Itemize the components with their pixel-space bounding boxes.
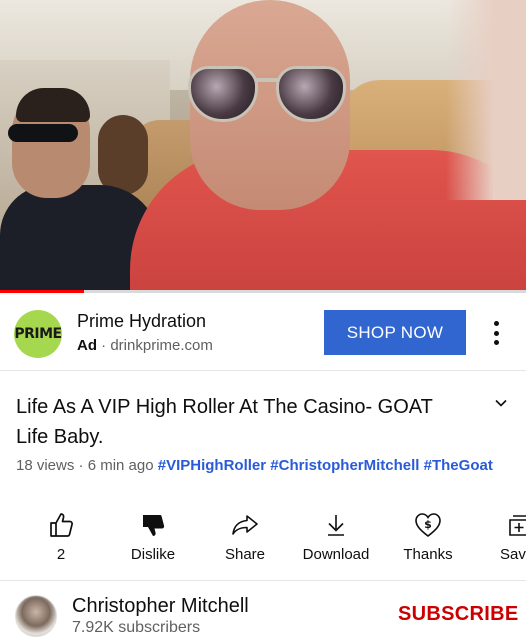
chevron-down-icon[interactable] bbox=[494, 396, 508, 410]
ad-label: Ad bbox=[77, 337, 97, 354]
channel-name[interactable]: Christopher Mitchell bbox=[72, 595, 249, 618]
download-label: Download bbox=[302, 546, 370, 563]
ad-row[interactable]: PRIME Prime Hydration Ad · drinkprime.co… bbox=[0, 294, 526, 371]
share-button[interactable]: Share bbox=[212, 510, 278, 563]
like-count: 2 bbox=[56, 546, 66, 563]
video-frame-left-man-hair bbox=[16, 88, 90, 122]
subscriber-count: 7.92K subscribers bbox=[72, 619, 201, 636]
save-label: Sav bbox=[500, 546, 526, 563]
upload-age: 6 min ago bbox=[87, 457, 154, 474]
ad-title: Prime Hydration bbox=[77, 311, 207, 331]
dislike-label: Dislike bbox=[130, 546, 176, 563]
download-icon bbox=[328, 515, 344, 536]
thumbs-down-icon bbox=[143, 515, 165, 536]
like-button[interactable]: 2 bbox=[30, 510, 92, 563]
share-label: Share bbox=[224, 546, 266, 563]
video-meta: 18 views · 6 min ago #VIPHighRoller #Chr… bbox=[16, 457, 493, 474]
hashtag[interactable]: #TheGoat bbox=[424, 457, 493, 474]
progress-bar-fill bbox=[0, 290, 85, 293]
ad-meta: Ad · drinkprime.com bbox=[77, 337, 213, 354]
hashtag[interactable]: #VIPHighRoller bbox=[158, 457, 266, 474]
svg-text:$: $ bbox=[424, 518, 432, 531]
thumbs-up-icon bbox=[50, 513, 73, 537]
divider bbox=[0, 580, 526, 581]
video-frame-background-person bbox=[98, 115, 148, 195]
hashtag[interactable]: #ChristopherMitchell bbox=[270, 457, 419, 474]
video-title[interactable]: Life As A VIP High Roller At The Casino-… bbox=[16, 392, 466, 452]
video-player[interactable] bbox=[0, 0, 526, 293]
subscribe-button[interactable]: SUBSCRIBE bbox=[398, 603, 519, 626]
shop-now-button[interactable]: SHOP NOW bbox=[324, 310, 466, 355]
share-icon bbox=[232, 515, 258, 535]
thanks-button[interactable]: $ Thanks bbox=[398, 510, 458, 563]
dislike-button[interactable]: Dislike bbox=[120, 510, 186, 563]
download-button[interactable]: Download bbox=[298, 510, 374, 563]
ad-domain: drinkprime.com bbox=[110, 337, 213, 354]
save-icon bbox=[509, 515, 526, 536]
advertiser-logo[interactable]: PRIME bbox=[14, 310, 62, 358]
ad-separator: · bbox=[101, 337, 107, 354]
action-bar: 2 Dislike Share Download $ Thanks Sav bbox=[0, 510, 526, 570]
thanks-label: Thanks bbox=[403, 546, 453, 563]
more-options-icon[interactable] bbox=[486, 318, 506, 348]
video-frame-arm bbox=[446, 0, 526, 200]
save-button[interactable]: Sav bbox=[500, 510, 526, 563]
channel-avatar[interactable] bbox=[15, 595, 57, 637]
view-count: 18 views bbox=[16, 457, 75, 474]
progress-bar[interactable] bbox=[0, 290, 526, 293]
thanks-icon: $ bbox=[415, 513, 441, 538]
video-frame-left-man-glasses bbox=[8, 124, 78, 142]
video-frame-glasses-bridge bbox=[255, 78, 279, 82]
